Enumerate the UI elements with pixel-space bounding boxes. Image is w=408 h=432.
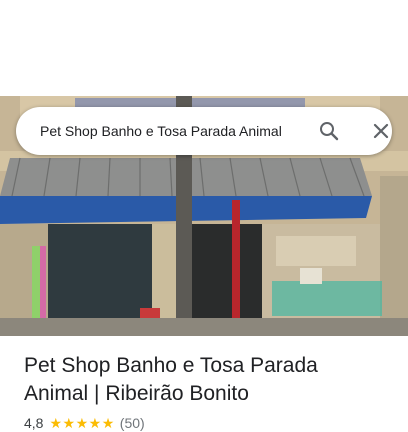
top-blank-area — [0, 0, 408, 96]
search-bar[interactable]: Pet Shop Banho e Tosa Parada Animal — [16, 107, 392, 155]
place-info-panel: Pet Shop Banho e Tosa Parada Animal | Ri… — [0, 336, 408, 432]
review-count[interactable]: (50) — [120, 415, 145, 431]
star-rating: ★ ★ ★ ★ ★ — [49, 416, 114, 430]
search-input[interactable]: Pet Shop Banho e Tosa Parada Animal — [40, 107, 304, 155]
place-title-line-1: Pet Shop Banho e Tosa Parada — [24, 354, 318, 377]
search-icon[interactable] — [317, 119, 341, 143]
place-title: Pet Shop Banho e Tosa Parada Animal | Ri… — [24, 352, 364, 408]
place-title-line-2: Animal | Ribeirão Bonito — [24, 382, 249, 405]
star-icon: ★ — [75, 415, 89, 431]
star-icon: ★ — [62, 415, 76, 431]
close-icon[interactable] — [369, 119, 393, 143]
rating-row[interactable]: 4,8 ★ ★ ★ ★ ★ (50) — [24, 414, 145, 432]
star-icon: ★ — [49, 415, 63, 431]
star-icon: ★ — [101, 415, 115, 431]
rating-value: 4,8 — [24, 415, 44, 431]
star-icon: ★ — [88, 415, 102, 431]
